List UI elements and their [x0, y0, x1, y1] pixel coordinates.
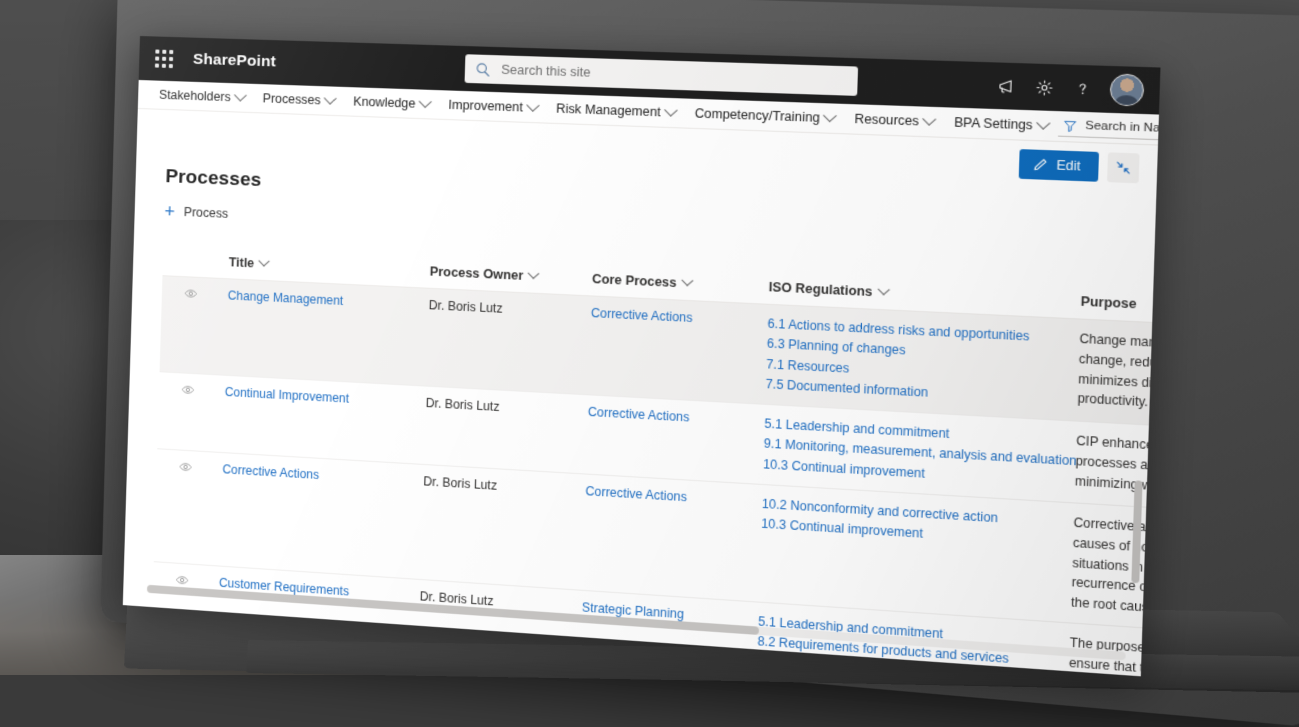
row-preview-cell — [157, 371, 218, 453]
core-process-link[interactable]: Corrective Actions — [588, 405, 690, 425]
chevron-down-icon — [877, 283, 890, 296]
chevron-down-icon — [258, 255, 270, 267]
process-title-link[interactable]: Continual Improvement — [225, 385, 350, 406]
app-launcher-icon[interactable] — [149, 43, 180, 74]
nav-item-label: Processes — [262, 91, 321, 108]
sharepoint-brand[interactable]: SharePoint — [193, 51, 277, 72]
nav-item-label: Stakeholders — [158, 87, 231, 105]
column-label: Purpose — [1080, 294, 1137, 312]
search-icon — [475, 61, 491, 77]
table-body: Change Management Dr. Boris Lutz Correctiv… — [146, 275, 1161, 677]
nav-item-label: Knowledge — [353, 94, 416, 111]
nav-item-bpa-settings[interactable]: BPA Settings — [944, 110, 1059, 137]
nav-item-risk-management[interactable]: Risk Management — [546, 97, 685, 125]
cell-core-process: Corrective Actions — [577, 394, 757, 484]
process-owner-value: Dr. Boris Lutz — [428, 297, 503, 316]
cell-process-owner: Dr. Boris Lutz — [415, 385, 581, 474]
chevron-down-icon — [1036, 115, 1051, 130]
plus-icon: + — [164, 201, 176, 222]
search-input[interactable] — [498, 61, 848, 90]
nav-item-label: Improvement — [448, 97, 524, 115]
cell-title: Continual Improvement — [215, 374, 419, 464]
chevron-down-icon — [233, 88, 247, 102]
nav-item-label: BPA Settings — [953, 115, 1033, 133]
core-process-link[interactable]: Corrective Actions — [585, 484, 687, 505]
navigation-search[interactable]: Search in Navigation — [1058, 115, 1161, 144]
megaphone-icon[interactable] — [989, 70, 1023, 103]
row-preview-cell — [159, 275, 221, 375]
process-owner-value: Dr. Boris Lutz — [425, 395, 500, 415]
collapse-icon — [1115, 160, 1131, 176]
process-owner-value: Dr. Boris Lutz — [423, 474, 498, 493]
column-label: Process Owner — [429, 264, 524, 283]
pencil-icon — [1033, 157, 1049, 172]
process-table: Title Process Owner Core Process ISO Reg… — [146, 246, 1161, 677]
chevron-down-icon — [681, 274, 694, 287]
process-title-link[interactable]: Corrective Actions — [222, 462, 319, 482]
site-search-box[interactable] — [464, 54, 859, 96]
collapse-button[interactable] — [1107, 152, 1140, 184]
filter-icon — [1063, 118, 1078, 132]
nav-item-competency-training[interactable]: Competency/Training — [685, 102, 845, 130]
process-title-link[interactable]: Change Management — [228, 288, 344, 308]
nav-item-label: Resources — [854, 111, 920, 129]
core-process-link[interactable]: Corrective Actions — [591, 306, 693, 325]
eye-icon[interactable] — [178, 459, 192, 474]
edit-button-label: Edit — [1056, 157, 1081, 174]
nav-item-improvement[interactable]: Improvement — [439, 93, 547, 119]
avatar[interactable] — [1109, 73, 1145, 107]
column-label: Title — [228, 255, 255, 271]
chevron-down-icon — [418, 94, 432, 108]
nav-item-label: Risk Management — [556, 101, 661, 120]
new-process-button[interactable]: + Process — [164, 201, 229, 223]
new-process-label: Process — [183, 204, 229, 221]
navigation-search-placeholder: Search in Navigation — [1085, 119, 1161, 137]
cell-process-owner: Dr. Boris Lutz — [418, 287, 584, 395]
suite-actions — [989, 70, 1149, 107]
cell-process-owner: Dr. Boris Lutz — [412, 463, 578, 590]
nav-item-knowledge[interactable]: Knowledge — [344, 90, 440, 116]
nav-item-stakeholders[interactable]: Stakeholders — [150, 83, 254, 109]
eye-icon[interactable] — [184, 286, 198, 301]
edit-button[interactable]: Edit — [1019, 149, 1100, 182]
nav-item-processes[interactable]: Processes — [253, 87, 344, 112]
process-list: Title Process Owner Core Process ISO Reg… — [146, 246, 1161, 677]
cell-iso-regulations: 10.2 Nonconformity and corrective action… — [750, 483, 1066, 623]
cell-title: Corrective Actions — [211, 452, 416, 579]
chevron-down-icon — [664, 103, 678, 117]
column-header-select — [163, 246, 222, 278]
chevron-down-icon — [527, 267, 540, 280]
purpose-text: Change management helps organizations ad… — [1077, 331, 1161, 410]
cell-iso-regulations: 6.1 Actions to address risks and opportu… — [756, 303, 1072, 421]
chevron-down-icon — [823, 108, 838, 122]
chevron-down-icon — [323, 91, 337, 105]
cell-title: Change Management — [217, 278, 422, 386]
chevron-down-icon — [922, 111, 937, 126]
help-icon[interactable] — [1065, 72, 1100, 105]
cell-core-process: Corrective Actions — [573, 473, 754, 602]
row-preview-cell — [153, 448, 216, 566]
sharepoint-page: SharePoint Search this site Stakeholders… — [122, 36, 1161, 677]
cell-core-process: Corrective Actions — [580, 295, 760, 404]
nav-item-resources[interactable]: Resources — [844, 107, 944, 134]
column-label: Core Process — [591, 271, 677, 291]
nav-item-label: Competency/Training — [694, 106, 821, 126]
column-label: ISO Regulations — [768, 279, 873, 300]
eye-icon[interactable] — [181, 383, 195, 398]
gear-icon[interactable] — [1027, 71, 1061, 104]
laptop-screen: SharePoint Search this site Stakeholders… — [122, 36, 1161, 677]
eye-icon[interactable] — [175, 573, 189, 588]
chevron-down-icon — [526, 98, 540, 112]
